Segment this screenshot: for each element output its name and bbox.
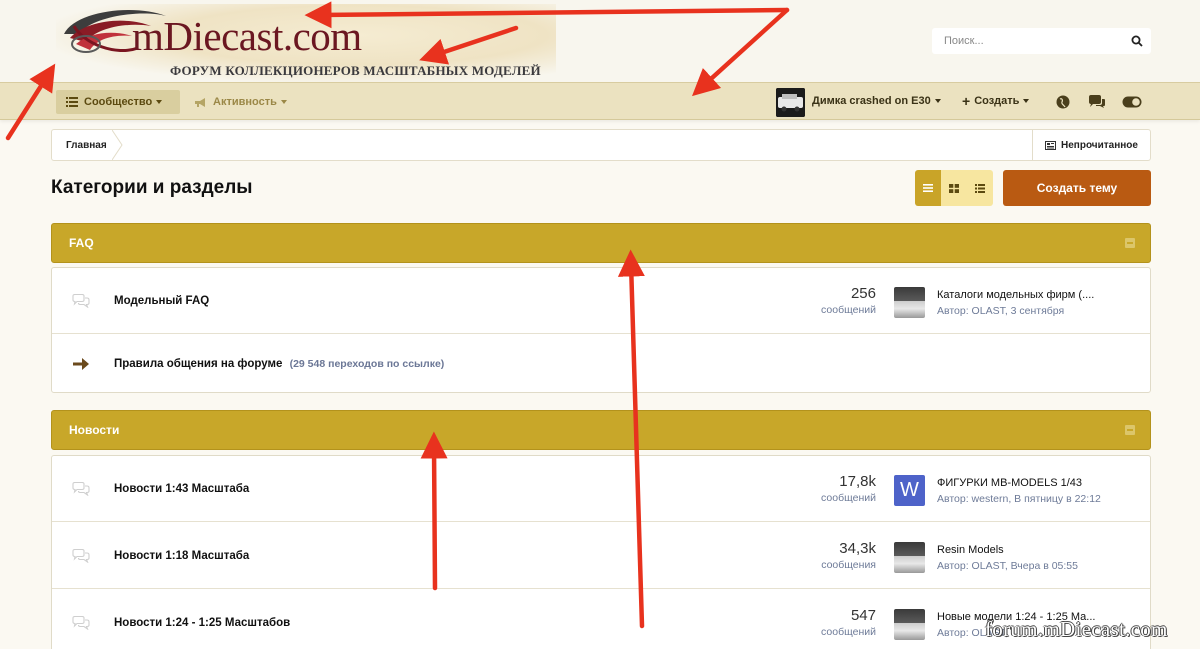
page-title: Категории и разделы: [51, 177, 253, 198]
arrow-right-icon: [73, 358, 89, 370]
nav-tab-community[interactable]: Сообщество: [56, 90, 180, 114]
forum-title[interactable]: Правила общения на форуме (29 548 перехо…: [114, 358, 444, 370]
post-count-label: сообщений: [821, 304, 876, 316]
forum-row-redirect[interactable]: Правила общения на форуме (29 548 перехо…: [52, 335, 1150, 393]
main-navbar: Сообщество Активность Димка crashed on E…: [0, 82, 1200, 120]
post-count-label: сообщений: [821, 626, 876, 638]
newspaper-icon: [1045, 140, 1057, 150]
unread-label: Непрочитанное: [1061, 139, 1138, 151]
user-avatar[interactable]: [776, 88, 805, 117]
post-count: 17,8k: [839, 473, 876, 490]
watermark: forum.mDiecast.com: [985, 617, 1168, 641]
forum-title[interactable]: Модельный FAQ: [114, 295, 209, 307]
forum-row[interactable]: Новости 1:18 Масштаба 34,3k сообщения Re…: [52, 523, 1150, 589]
category-header-faq[interactable]: FAQ: [51, 223, 1151, 263]
nav-tab-community-label: Сообщество: [84, 96, 153, 108]
category-body-faq: Модельный FAQ 256 сообщений Каталоги мод…: [51, 267, 1151, 393]
chevron-down-icon: [1023, 99, 1030, 103]
last-post-meta: Автор: OLAST, Вчера в 05:55: [937, 560, 1078, 572]
last-poster-avatar[interactable]: W: [894, 475, 925, 506]
post-count: 256: [850, 285, 876, 302]
messages-icon[interactable]: [1088, 95, 1106, 109]
category-title: Новости: [69, 423, 120, 437]
view-list-button[interactable]: [915, 170, 941, 206]
detailed-list-icon: [975, 183, 985, 193]
chat-bubbles-icon: [72, 482, 90, 496]
avatar-letter: W: [900, 479, 919, 501]
forum-title-text: Правила общения на форуме: [114, 358, 283, 370]
category-title: FAQ: [69, 236, 94, 250]
breadcrumb: Главная Непрочитанное: [51, 129, 1151, 161]
theme-toggle-icon[interactable]: [1122, 95, 1142, 109]
unread-button[interactable]: Непрочитанное: [1032, 130, 1150, 160]
nav-tab-activity[interactable]: Активность: [194, 90, 287, 114]
user-menu[interactable]: Димка crashed on E30: [812, 95, 941, 107]
last-poster-avatar[interactable]: [894, 287, 925, 318]
site-logo[interactable]: mDiecast.com ФОРУМ КОЛЛЕКЦИОНЕРОВ МАСШТА…: [56, 4, 556, 82]
view-detailed-list-button[interactable]: [967, 170, 993, 206]
breadcrumb-home[interactable]: Главная: [52, 130, 121, 160]
create-menu-label: Создать: [974, 95, 1020, 107]
post-count: 34,3k: [839, 540, 876, 557]
forum-title[interactable]: Новости 1:43 Масштаба: [114, 483, 249, 495]
grid-view-icon: [949, 183, 959, 193]
chevron-down-icon: [934, 99, 941, 103]
collapse-icon[interactable]: [1125, 238, 1135, 248]
view-grid-button[interactable]: [941, 170, 967, 206]
last-post-meta: Автор: OLAST, 3 сентября: [937, 305, 1065, 317]
search-input[interactable]: [944, 32, 1124, 50]
list-view-icon: [923, 184, 933, 192]
post-count-label: сообщений: [821, 492, 876, 504]
last-post-meta: Автор: western, В пятницу в 22:12: [937, 493, 1101, 505]
forum-row[interactable]: Новости 1:43 Масштаба 17,8k сообщений W …: [52, 456, 1150, 522]
last-post-title[interactable]: Каталоги модельных фирм (....: [937, 289, 1094, 301]
search-box[interactable]: [932, 28, 1151, 54]
chevron-down-icon: [280, 100, 287, 104]
category-header-news[interactable]: Новости: [51, 410, 1151, 450]
site-header: mDiecast.com ФОРУМ КОЛЛЕКЦИОНЕРОВ МАСШТА…: [0, 0, 1200, 82]
plus-icon: +: [962, 93, 971, 109]
list-icon: [66, 97, 78, 107]
chat-bubbles-icon: [72, 616, 90, 630]
nav-tab-activity-label: Активность: [213, 96, 277, 108]
logo-subtitle: ФОРУМ КОЛЛЕКЦИОНЕРОВ МАСШТАБНЫХ МОДЕЛЕЙ: [170, 63, 541, 78]
redirect-count: (29 548 переходов по ссылке): [289, 358, 445, 370]
search-icon[interactable]: [1131, 35, 1143, 47]
globe-icon[interactable]: [1055, 95, 1071, 109]
last-post-title[interactable]: Resin Models: [937, 544, 1004, 556]
megaphone-icon: [195, 97, 205, 107]
user-name: Димка crashed on E30: [812, 95, 931, 107]
create-topic-button[interactable]: Создать тему: [1003, 170, 1151, 206]
view-toggle: [915, 170, 993, 206]
create-menu[interactable]: + Создать: [962, 93, 1030, 109]
last-poster-avatar[interactable]: [894, 609, 925, 640]
forum-row[interactable]: Модельный FAQ 256 сообщений Каталоги мод…: [52, 268, 1150, 334]
post-count: 547: [850, 607, 876, 624]
forum-title[interactable]: Новости 1:18 Масштаба: [114, 550, 249, 562]
forum-title[interactable]: Новости 1:24 - 1:25 Масштабов: [114, 617, 290, 629]
post-count-label: сообщения: [821, 559, 876, 571]
chat-bubbles-icon: [72, 549, 90, 563]
car-avatar-image: [776, 88, 805, 117]
breadcrumb-separator-icon: [112, 130, 123, 160]
chat-bubbles-icon: [72, 294, 90, 308]
last-post-title[interactable]: ФИГУРКИ MB-MODELS 1/43: [937, 477, 1082, 489]
collapse-icon[interactable]: [1125, 425, 1135, 435]
logo-title: mDiecast.com: [132, 13, 362, 59]
chevron-down-icon: [156, 100, 163, 104]
last-poster-avatar[interactable]: [894, 542, 925, 573]
